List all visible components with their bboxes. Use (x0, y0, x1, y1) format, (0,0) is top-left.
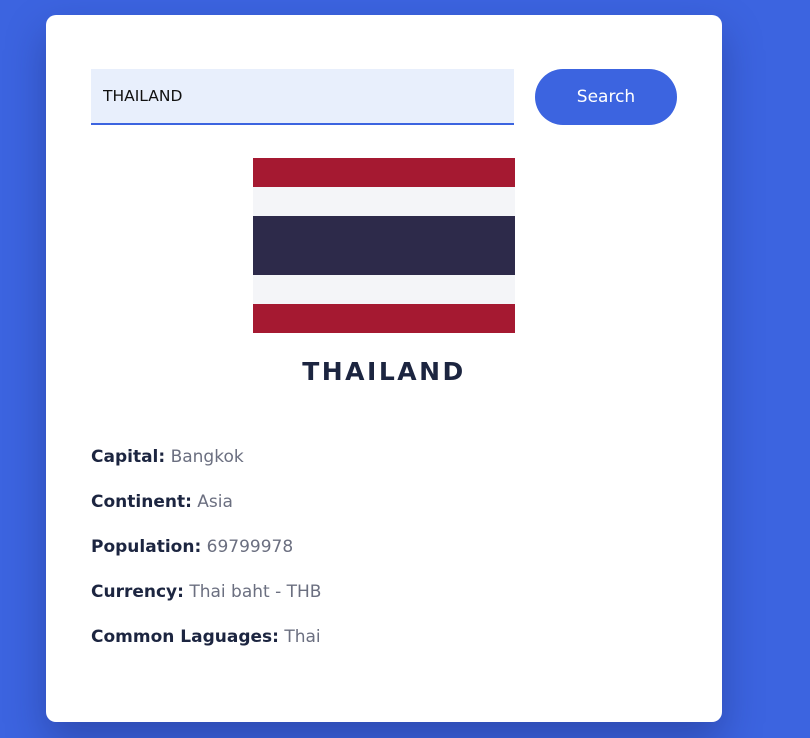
detail-label: Currency: (91, 582, 184, 602)
search-bar: Search (91, 69, 677, 125)
detail-population: Population: 69799978 (91, 535, 677, 580)
flag-stripe-blue (253, 216, 515, 275)
detail-label: Population: (91, 537, 202, 557)
detail-label: Common Laguages: (91, 627, 279, 647)
country-search-input[interactable] (91, 69, 514, 125)
detail-label: Continent: (91, 492, 192, 512)
search-button[interactable]: Search (535, 69, 677, 125)
detail-continent: Continent: Asia (91, 490, 677, 535)
country-info-card: Search THAILAND Capital: Bangkok Contine… (46, 15, 722, 722)
detail-value: Asia (197, 492, 233, 512)
detail-value: Thai (284, 627, 321, 647)
country-details-list: Capital: Bangkok Continent: Asia Populat… (91, 445, 677, 670)
thailand-flag-icon (253, 158, 515, 334)
flag-stripe-red-bottom (253, 303, 515, 334)
detail-value: Thai baht - THB (189, 582, 322, 602)
detail-capital: Capital: Bangkok (91, 445, 677, 490)
country-name-heading: THAILAND (302, 357, 466, 386)
detail-label: Capital: (91, 447, 166, 467)
detail-value: 69799978 (206, 537, 294, 557)
flag-stripe-red-top (253, 158, 515, 188)
detail-value: Bangkok (170, 447, 244, 467)
detail-languages: Common Laguages: Thai (91, 625, 677, 670)
flag-stripe-white-bottom (253, 274, 515, 304)
flag-stripe-white-top (253, 187, 515, 217)
detail-currency: Currency: Thai baht - THB (91, 580, 677, 625)
